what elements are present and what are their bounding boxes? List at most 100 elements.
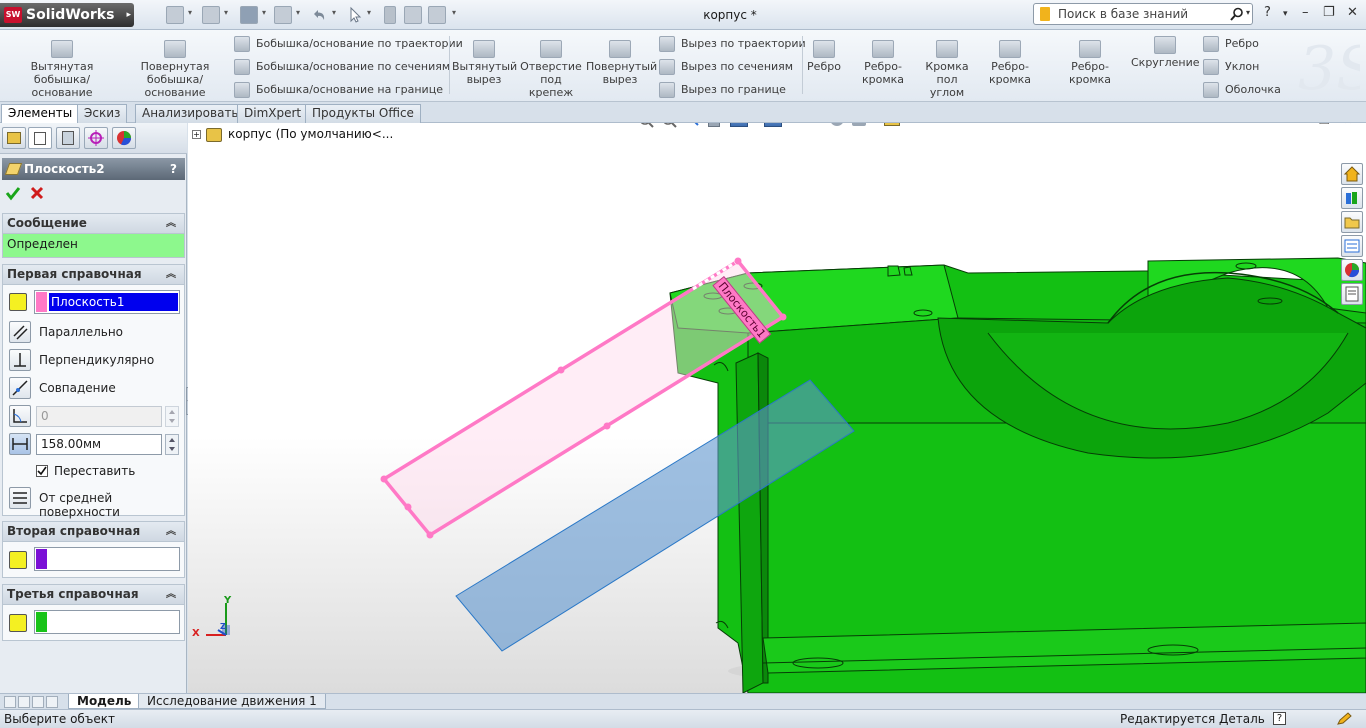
flip-checkbox[interactable] <box>36 465 48 477</box>
viewport-close-button[interactable]: ✕ <box>1343 123 1353 127</box>
last-tab-icon[interactable] <box>46 696 58 708</box>
viewport-minimize-button[interactable]: – <box>1298 123 1304 127</box>
new-dropdown-icon[interactable]: ▾ <box>188 8 192 17</box>
file-props-icon[interactable] <box>404 6 422 24</box>
third-reference-header[interactable]: Третья справочная ︽ <box>3 585 184 605</box>
collapse-icon[interactable]: ︽ <box>166 522 176 541</box>
selected-plane-item[interactable]: Плоскость1 <box>49 293 178 311</box>
swept-boss-button[interactable]: Бобышка/основание по траектории <box>234 36 463 53</box>
open-dropdown-icon[interactable]: ▾ <box>224 8 228 17</box>
swept-cut-button[interactable]: Вырез по траектории <box>659 36 806 53</box>
dimxpert-manager-tab[interactable] <box>84 127 108 149</box>
select-dropdown-icon[interactable]: ▾ <box>367 8 371 17</box>
perpendicular-option[interactable]: Перпендикулярно <box>7 349 185 371</box>
search-box[interactable]: Поиск в базе знаний <box>1033 3 1253 25</box>
fillet-button[interactable]: Скругление <box>1131 36 1200 69</box>
view-palette-icon[interactable] <box>1341 235 1363 257</box>
undo-icon[interactable] <box>310 6 328 24</box>
tab-motion-study[interactable]: Исследование движения 1 <box>138 694 326 709</box>
design-library-icon[interactable] <box>1341 187 1363 209</box>
custom-properties-icon[interactable] <box>1341 283 1363 305</box>
first-tab-icon[interactable] <box>4 696 16 708</box>
first-reference-header[interactable]: Первая справочная ︽ <box>3 265 184 285</box>
tab-office-products[interactable]: Продукты Office <box>305 104 421 123</box>
app-menu-button[interactable]: SW SolidWorks ▸ <box>0 3 134 27</box>
print-dropdown-icon[interactable]: ▾ <box>296 8 300 17</box>
collapse-icon[interactable]: ︽ <box>166 585 176 604</box>
help-icon[interactable]: ? <box>170 158 177 180</box>
feature-manager-tab[interactable] <box>2 127 26 149</box>
rib-small-button[interactable]: Ребро <box>1203 36 1283 53</box>
edge-flange-button-2[interactable]: Ребро-кромка <box>973 40 1047 86</box>
feature-tree-flyout[interactable]: + корпус (По умолчанию<... <box>192 127 393 143</box>
new-icon[interactable] <box>166 6 184 24</box>
ok-checkmark-icon[interactable] <box>5 185 21 201</box>
tree-root-item[interactable]: корпус (По умолчанию<... <box>228 127 393 141</box>
second-reference-selection[interactable] <box>34 547 180 571</box>
view-orientation-icon[interactable] <box>730 123 748 127</box>
draft-button[interactable]: Уклон <box>1203 59 1283 76</box>
distance-spinner[interactable] <box>165 434 179 455</box>
lofted-boss-button[interactable]: Бобышка/основание по сечениям <box>234 59 450 76</box>
options-dropdown-icon[interactable]: ▾ <box>452 8 456 17</box>
parallel-option[interactable]: Параллельно <box>7 321 185 343</box>
expand-icon[interactable]: + <box>192 130 201 139</box>
minimize-button[interactable]: – <box>1302 5 1309 20</box>
view-settings-icon[interactable] <box>884 123 900 126</box>
tab-features[interactable]: Элементы <box>1 104 80 124</box>
print-icon[interactable] <box>274 6 292 24</box>
mid-plane-option[interactable]: От средней поверхности <box>7 487 185 519</box>
display-style-icon[interactable] <box>764 123 782 127</box>
search-icon[interactable] <box>1230 7 1244 21</box>
save-icon[interactable] <box>240 6 258 24</box>
angle-spinner[interactable] <box>165 406 179 427</box>
revolved-boss-button[interactable]: Повернутая бобышка/основание <box>120 40 230 99</box>
quick-tips-icon[interactable]: ? <box>1273 712 1286 725</box>
open-icon[interactable] <box>202 6 220 24</box>
revolved-cut-button[interactable]: Повернутый вырез <box>586 40 657 86</box>
offset-distance-input[interactable]: 158.00мм <box>36 434 162 455</box>
boundary-boss-button[interactable]: Бобышка/основание на границе <box>234 82 444 99</box>
rebuild-icon[interactable] <box>384 6 396 24</box>
close-button[interactable]: ✕ <box>1347 5 1358 20</box>
collapse-icon[interactable]: ︽ <box>166 265 176 284</box>
second-reference-header[interactable]: Вторая справочная ︽ <box>3 522 184 542</box>
tab-sketch[interactable]: Эскиз <box>77 104 128 123</box>
graphics-area[interactable]: Плоскость1 Y X Z + корпус (По умолчанию<… <box>188 123 1366 693</box>
select-icon[interactable] <box>346 6 364 24</box>
help-button[interactable]: ? <box>1264 5 1271 20</box>
angle-input[interactable]: 0 <box>36 406 162 427</box>
next-tab-icon[interactable] <box>32 696 44 708</box>
restore-button[interactable]: ❐ <box>1323 5 1335 20</box>
property-manager-tab[interactable] <box>28 127 52 149</box>
pencil-icon[interactable] <box>1336 712 1352 726</box>
coincident-option[interactable]: Совпадение <box>7 377 185 399</box>
tab-evaluate[interactable]: Анализировать <box>135 104 246 123</box>
shell-button[interactable]: Оболочка <box>1203 82 1283 99</box>
zoom-to-fit-icon[interactable] <box>637 123 655 129</box>
extruded-cut-button[interactable]: Вытянутый вырез <box>452 40 517 86</box>
edge-flange-button-3[interactable]: Ребро-кромка <box>1053 40 1127 86</box>
collapse-icon[interactable]: ︽ <box>166 214 176 233</box>
section-view-icon[interactable] <box>708 123 720 127</box>
resources-home-icon[interactable] <box>1341 163 1363 185</box>
prev-tab-icon[interactable] <box>18 696 30 708</box>
tab-model[interactable]: Модель <box>68 694 141 709</box>
appearances-icon[interactable] <box>1341 259 1363 281</box>
apply-scene-icon[interactable] <box>852 123 866 126</box>
previous-view-icon[interactable] <box>684 123 702 129</box>
hide-show-icon[interactable]: 6 <box>796 123 804 126</box>
configuration-manager-tab[interactable] <box>56 127 80 149</box>
options-icon[interactable] <box>428 6 446 24</box>
tab-dimxpert[interactable]: DimXpert <box>237 104 309 123</box>
extruded-boss-button[interactable]: Вытянутая бобышка/основание <box>8 40 116 99</box>
undo-dropdown-icon[interactable]: ▾ <box>332 8 336 17</box>
cancel-x-icon[interactable] <box>29 185 45 201</box>
message-header[interactable]: Сообщение ︽ <box>3 214 184 234</box>
first-reference-selection[interactable]: Плоскость1 <box>34 290 180 314</box>
help-dropdown-icon[interactable]: ▾ <box>1283 9 1288 19</box>
file-explorer-icon[interactable] <box>1341 211 1363 233</box>
search-dropdown-icon[interactable]: ▾ <box>1246 8 1250 17</box>
search-input[interactable]: Поиск в базе знаний <box>1058 7 1188 21</box>
edge-flange-button-1[interactable]: Ребро-кромка <box>846 40 920 86</box>
